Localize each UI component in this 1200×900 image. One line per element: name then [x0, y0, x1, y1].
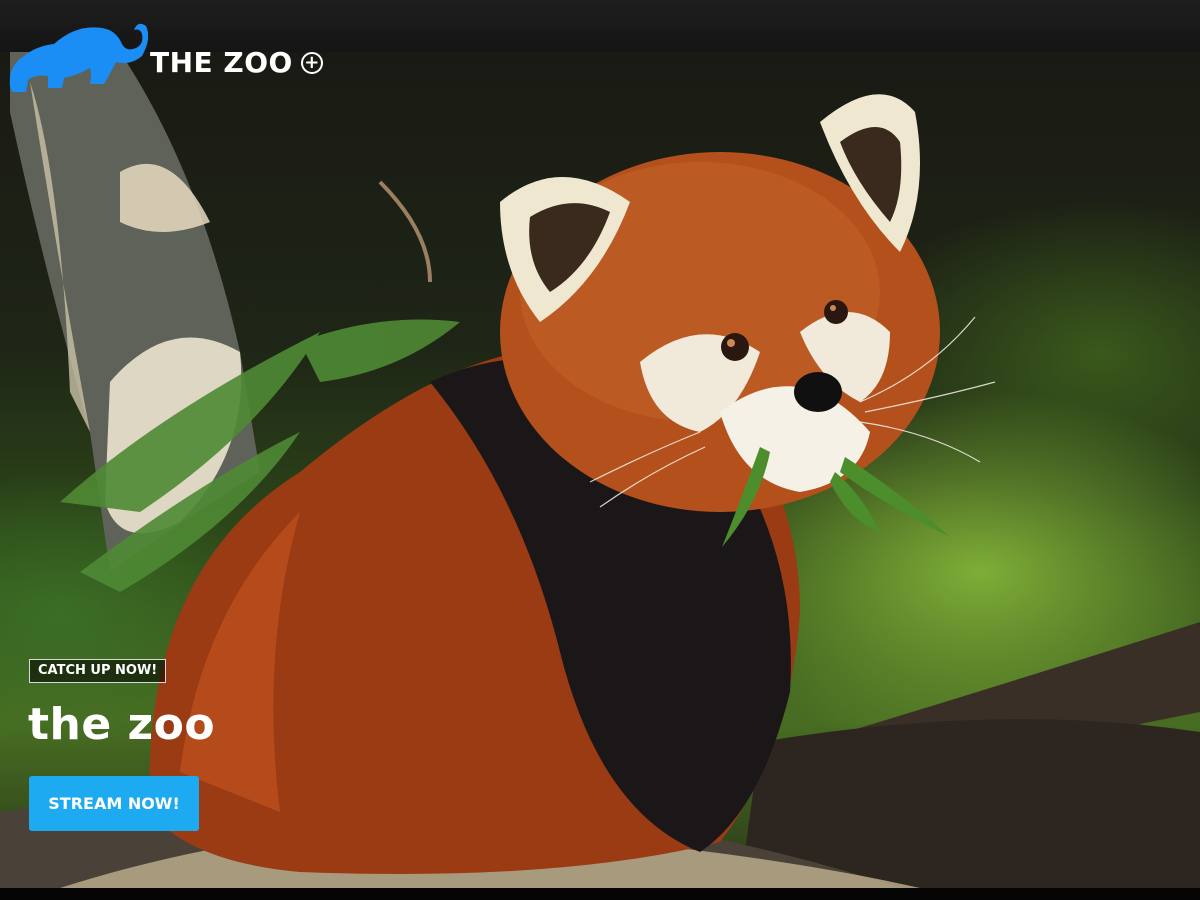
hero-banner[interactable]: [0, 52, 1200, 888]
elephant-logo-icon[interactable]: [6, 18, 148, 94]
bottom-bar: [0, 888, 1200, 900]
red-panda-image: [0, 52, 1200, 888]
top-bar: [0, 0, 1200, 52]
show-title: the zoo: [28, 699, 216, 750]
plus-circle-icon[interactable]: +: [300, 52, 323, 74]
stream-now-button[interactable]: STREAM NOW!: [29, 776, 199, 831]
catch-up-badge: CATCH UP NOW!: [29, 659, 167, 683]
brand: THE ZOO +: [150, 46, 323, 80]
brand-title[interactable]: THE ZOO: [150, 46, 293, 80]
